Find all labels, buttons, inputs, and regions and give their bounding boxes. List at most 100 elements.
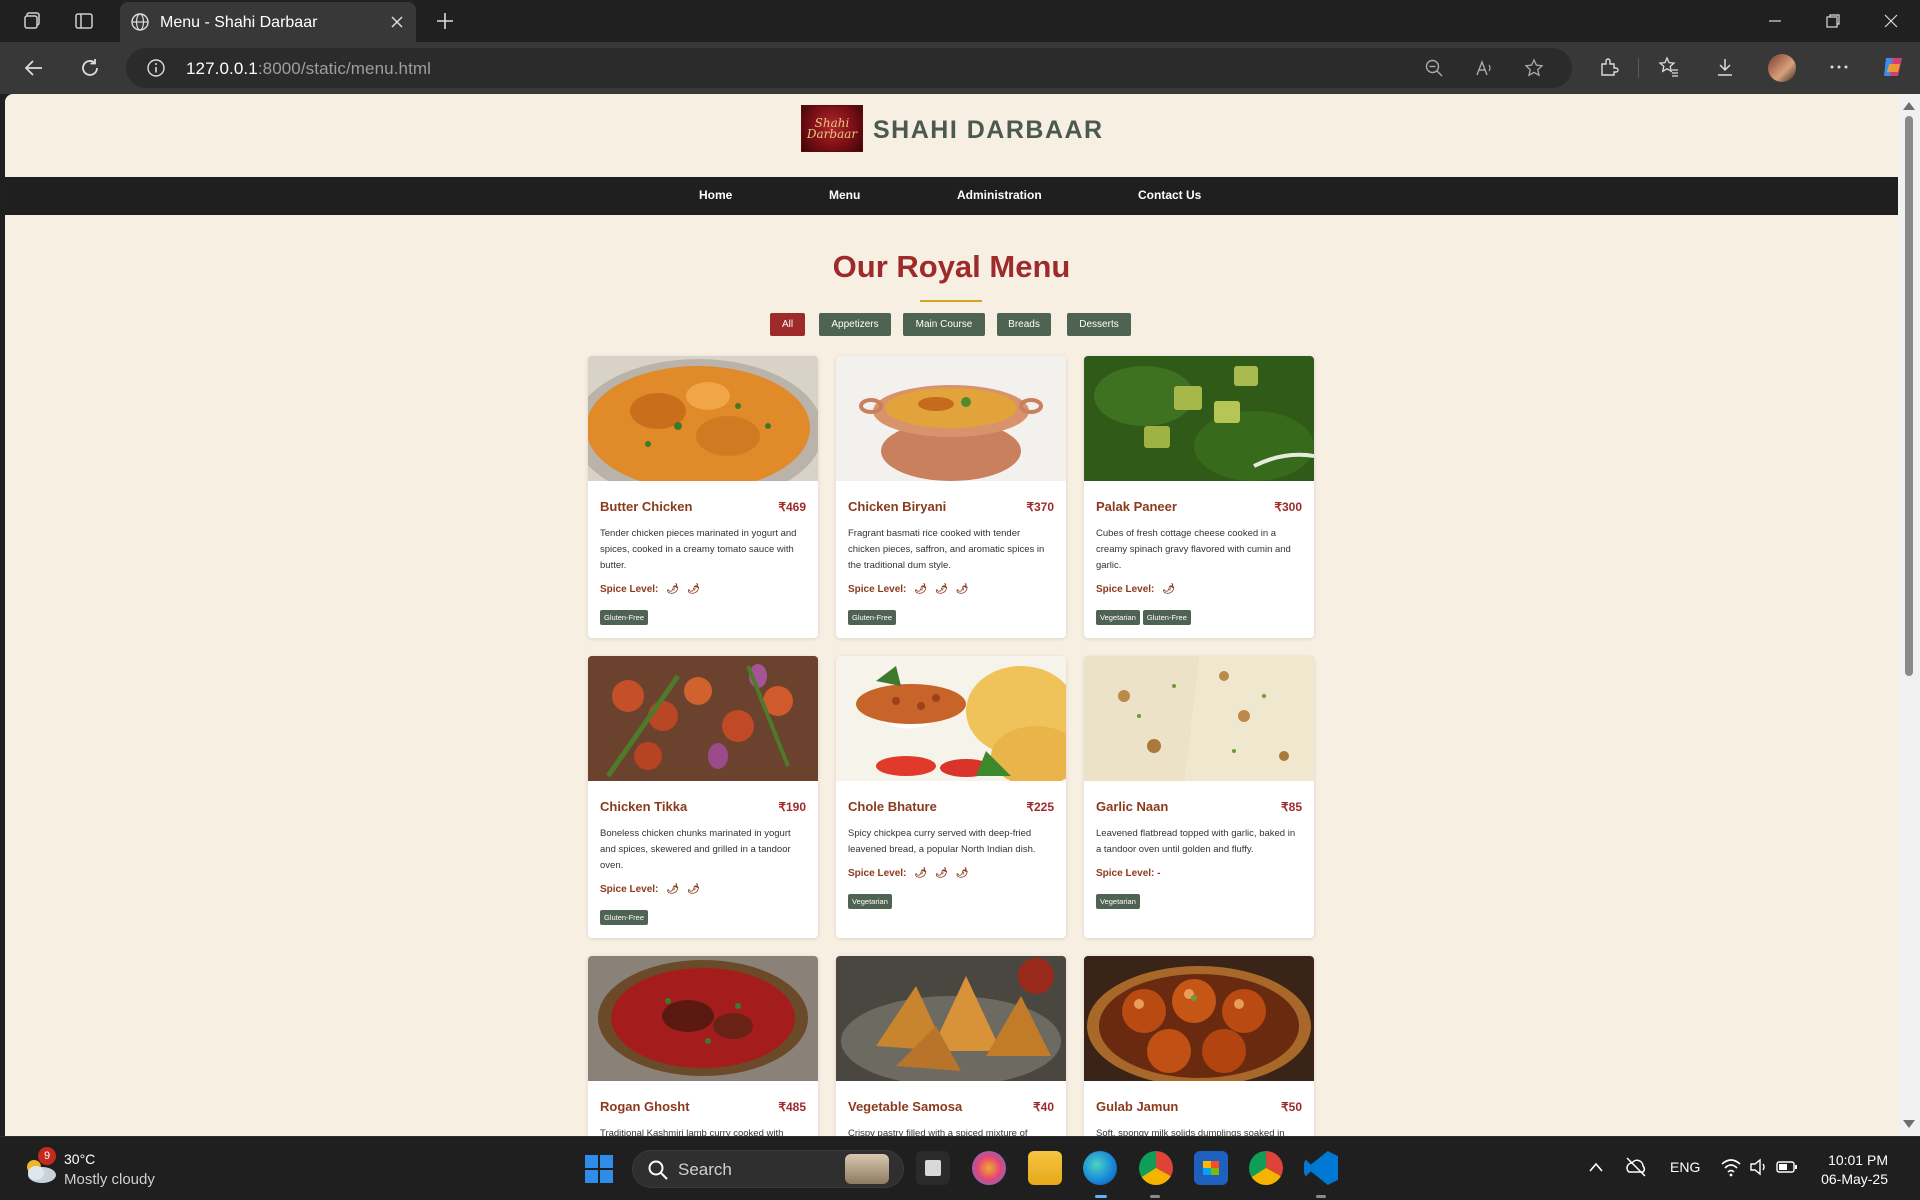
windows-start-icon[interactable] (584, 1154, 614, 1184)
dish-price: ₹485 (778, 1100, 806, 1114)
filter-all[interactable]: All (770, 313, 805, 336)
spice-label: Spice Level: (848, 868, 907, 879)
language-indicator[interactable]: ENG (1670, 1159, 1700, 1175)
chole-bhature-image (836, 656, 1066, 781)
menu-card[interactable]: Gulab Jamun ₹50 Soft, spongy milk solids… (1084, 956, 1314, 1136)
new-tab-icon[interactable] (434, 10, 456, 32)
page-viewport: Shahi Darbaar SHAHI DARBAAR Home Menu Ad… (5, 94, 1898, 1136)
copilot-app-icon[interactable] (972, 1151, 1006, 1185)
page-scrollbar[interactable] (1898, 94, 1920, 1136)
menu-card[interactable]: Rogan Ghosht ₹485 Traditional Kashmiri l… (588, 956, 818, 1136)
site-info-icon[interactable] (146, 58, 166, 78)
menu-card[interactable]: Palak Paneer ₹300 Cubes of fresh cottage… (1084, 356, 1314, 638)
close-window-icon[interactable] (1882, 12, 1900, 30)
tag-badge: Gluten-Free (1142, 610, 1191, 625)
clock-date: 06-May-25 (1821, 1171, 1888, 1187)
menu-card[interactable]: Chole Bhature ₹225 Spicy chickpea curry … (836, 656, 1066, 938)
dish-name: Vegetable Samosa (848, 1099, 963, 1114)
back-icon[interactable] (22, 56, 46, 80)
menu-card[interactable]: Chicken Tikka ₹190 Boneless chicken chun… (588, 656, 818, 938)
menu-card[interactable]: Butter Chicken ₹469 Tender chicken piece… (588, 356, 818, 638)
menu-card[interactable]: Chicken Biryani ₹370 Fragrant basmati ri… (836, 356, 1066, 638)
nav-menu[interactable]: Menu (829, 188, 860, 202)
scroll-up-arrow[interactable] (1903, 102, 1915, 110)
restaurant-logo[interactable]: Shahi Darbaar (801, 105, 863, 152)
taskbar-search[interactable]: Search (632, 1150, 904, 1188)
dish-tags: Gluten-Free (600, 607, 651, 625)
chili-icon: 🌶 (666, 584, 680, 595)
dish-description: Cubes of fresh cottage cheese cooked in … (1096, 528, 1291, 571)
browser-tab[interactable]: Menu - Shahi Darbaar (120, 2, 416, 42)
file-explorer-icon[interactable] (1028, 1151, 1062, 1185)
edge-browser-icon[interactable] (1083, 1151, 1117, 1185)
spice-label: Spice Level: (600, 584, 659, 595)
dish-price: ₹370 (1026, 500, 1054, 514)
dish-tags: Vegetarian Gluten-Free (1096, 607, 1194, 625)
title-divider (920, 300, 982, 302)
gulab-jamun-image (1084, 956, 1314, 1081)
chili-icon: 🌶 (666, 884, 680, 895)
profile-avatar[interactable] (1768, 54, 1796, 82)
store-icon[interactable] (1194, 1151, 1228, 1185)
chicken-tikka-image (588, 656, 818, 781)
favorite-star-icon[interactable] (1524, 58, 1544, 78)
weather-description[interactable]: Mostly cloudy (64, 1171, 155, 1188)
volume-icon[interactable] (1748, 1157, 1768, 1177)
close-tab-icon[interactable] (390, 15, 404, 29)
menu-card[interactable]: Vegetable Samosa ₹40 Crispy pastry fille… (836, 956, 1066, 1136)
chili-icon: 🌶 (687, 584, 700, 595)
tag-badge: Vegetarian (848, 894, 892, 909)
tab-title: Menu - Shahi Darbaar (160, 14, 318, 31)
toolbar-separator (1638, 58, 1639, 78)
dish-name: Chicken Tikka (600, 799, 688, 814)
browser-toolbar: 127.0.0.1:8000/static/menu.html (0, 42, 1920, 94)
filter-desserts[interactable]: Desserts (1067, 313, 1131, 336)
nav-contact-us[interactable]: Contact Us (1138, 188, 1201, 202)
windows-taskbar: 9 30°C Mostly cloudy Search ENG 10:01 PM… (0, 1136, 1920, 1200)
onedrive-offline-icon[interactable] (1624, 1155, 1648, 1179)
spice-label: Spice Level: (848, 584, 907, 595)
dish-name: Rogan Ghosht (600, 1099, 690, 1114)
chrome-profile-icon[interactable] (1139, 1151, 1173, 1185)
favorites-icon[interactable] (1658, 56, 1680, 78)
vscode-icon[interactable] (1304, 1151, 1338, 1185)
minimize-icon[interactable] (1766, 12, 1784, 30)
task-view-icon[interactable] (916, 1151, 950, 1185)
zoom-out-icon[interactable] (1424, 58, 1444, 78)
copilot-icon[interactable] (1880, 54, 1906, 80)
restore-icon[interactable] (1824, 12, 1842, 30)
vertical-tabs-icon[interactable] (73, 10, 95, 32)
url-text[interactable]: 127.0.0.1:8000/static/menu.html (186, 59, 431, 79)
battery-icon[interactable] (1776, 1159, 1798, 1175)
site-header: Shahi Darbaar SHAHI DARBAAR (5, 94, 1898, 177)
chrome-icon[interactable] (1249, 1151, 1283, 1185)
spice-level: Spice Level: 🌶 🌶 (600, 584, 700, 595)
menu-card[interactable]: Garlic Naan ₹85 Leavened flatbread toppe… (1084, 656, 1314, 938)
dish-price: ₹300 (1274, 500, 1302, 514)
refresh-icon[interactable] (78, 56, 102, 80)
filter-breads[interactable]: Breads (997, 313, 1051, 336)
wifi-icon[interactable] (1720, 1157, 1742, 1177)
rogan-ghosht-image (588, 956, 818, 1081)
filter-appetizers[interactable]: Appetizers (819, 313, 891, 336)
system-clock[interactable]: 10:01 PM 06-May-25 (1821, 1151, 1888, 1189)
chili-icon: 🌶 (914, 584, 928, 595)
chili-icon: 🌶 (935, 868, 948, 879)
chicken-biryani-image (836, 356, 1066, 481)
downloads-icon[interactable] (1714, 56, 1736, 78)
filter-main-course[interactable]: Main Course (903, 313, 985, 336)
more-options-icon[interactable] (1828, 56, 1850, 78)
nav-home[interactable]: Home (699, 188, 732, 202)
page-title: Our Royal Menu (832, 249, 1071, 284)
workspaces-icon[interactable] (22, 10, 44, 32)
nav-administration[interactable]: Administration (957, 188, 1042, 202)
address-bar[interactable]: 127.0.0.1:8000/static/menu.html (126, 48, 1572, 88)
category-filters: All Appetizers Main Course Breads Desser… (5, 313, 1898, 337)
chevron-up-icon[interactable] (1588, 1161, 1604, 1173)
read-aloud-icon[interactable] (1474, 58, 1494, 78)
scroll-down-arrow[interactable] (1903, 1120, 1915, 1128)
scroll-thumb[interactable] (1905, 116, 1913, 676)
weather-temperature[interactable]: 30°C (64, 1151, 95, 1167)
tag-badge: Gluten-Free (600, 910, 649, 925)
extensions-icon[interactable] (1598, 56, 1620, 78)
